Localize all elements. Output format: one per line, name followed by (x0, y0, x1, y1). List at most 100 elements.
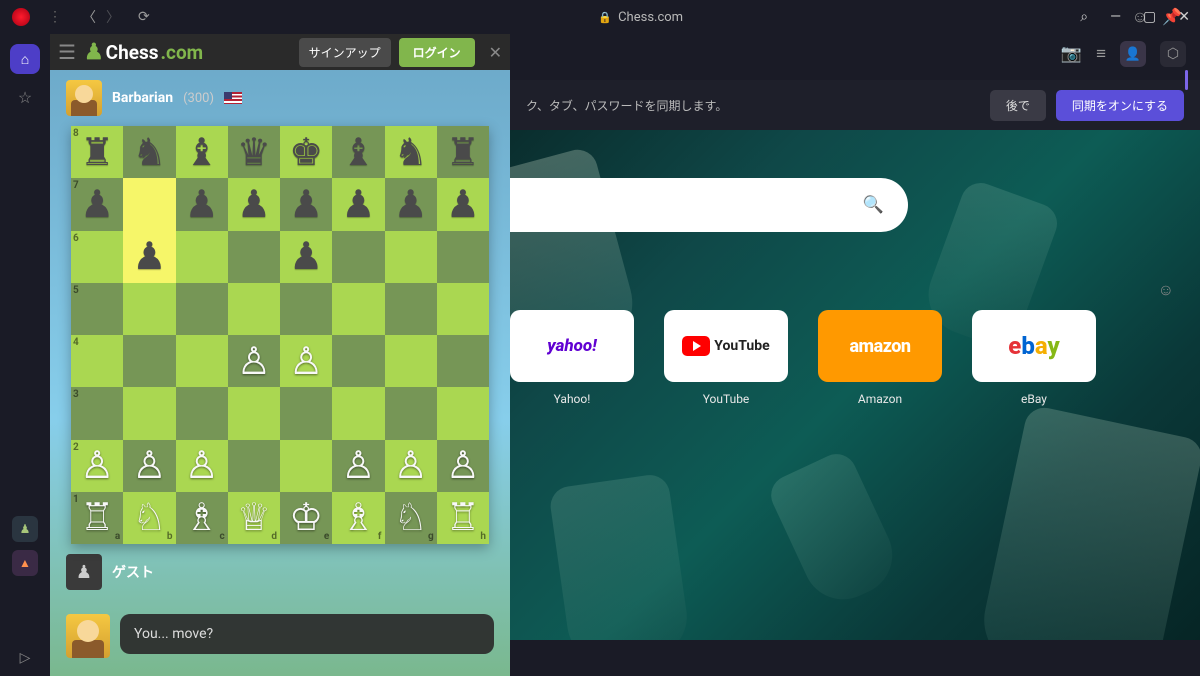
black-pawn-icon[interactable]: ♟ (338, 184, 378, 224)
square-d2[interactable] (228, 440, 280, 492)
square-e8[interactable]: ♚ (280, 126, 332, 178)
square-e3[interactable] (280, 387, 332, 439)
white-pawn-icon[interactable]: ♙ (338, 446, 378, 486)
square-d6[interactable] (228, 231, 280, 283)
close-icon[interactable]: ✕ (1178, 9, 1190, 25)
square-a5[interactable]: 5 (71, 283, 123, 335)
black-pawn-icon[interactable]: ♟ (391, 184, 431, 224)
square-d7[interactable]: ♟ (228, 178, 280, 230)
later-button[interactable]: 後で (990, 90, 1046, 121)
square-a2[interactable]: ♙2 (71, 440, 123, 492)
square-b5[interactable] (123, 283, 175, 335)
black-knight-icon[interactable]: ♞ (129, 132, 169, 172)
white-rook-icon[interactable]: ♖ (443, 498, 483, 538)
black-pawn-icon[interactable]: ♟ (234, 184, 274, 224)
extensions-icon[interactable]: ⬡ (1160, 41, 1186, 67)
white-bishop-icon[interactable]: ♗ (338, 498, 378, 538)
white-pawn-icon[interactable]: ♙ (182, 446, 222, 486)
square-d3[interactable] (228, 387, 280, 439)
black-pawn-icon[interactable]: ♟ (77, 184, 117, 224)
square-d5[interactable] (228, 283, 280, 335)
sidebar-app-icon[interactable]: ▲ (12, 550, 38, 576)
black-pawn-icon[interactable]: ♟ (443, 184, 483, 224)
black-king-icon[interactable]: ♚ (286, 132, 326, 172)
square-c2[interactable]: ♙ (176, 440, 228, 492)
square-c3[interactable] (176, 387, 228, 439)
square-f3[interactable] (332, 387, 384, 439)
black-bishop-icon[interactable]: ♝ (182, 132, 222, 172)
white-king-icon[interactable]: ♔ (286, 498, 326, 538)
tile-amazon[interactable]: amazon Amazon (818, 310, 942, 406)
white-knight-icon[interactable]: ♘ (391, 498, 431, 538)
square-h2[interactable]: ♙ (437, 440, 489, 492)
square-f8[interactable]: ♝ (332, 126, 384, 178)
square-a3[interactable]: 3 (71, 387, 123, 439)
square-f1[interactable]: ♗f (332, 492, 384, 544)
signup-button[interactable]: サインアップ (299, 38, 391, 67)
square-f5[interactable] (332, 283, 384, 335)
chess-board[interactable]: ♜8♞♝♛♚♝♞♜♟7♟♟♟♟♟♟6♟♟54♙♙3♙2♙♙♙♙♙♖1a♘b♗c♕… (71, 126, 489, 544)
bookmarks-icon[interactable]: ☆ (18, 88, 32, 107)
tile-yahoo[interactable]: yahoo! Yahoo! (510, 310, 634, 406)
square-g4[interactable] (385, 335, 437, 387)
black-rook-icon[interactable]: ♜ (443, 132, 483, 172)
square-f7[interactable]: ♟ (332, 178, 384, 230)
login-button[interactable]: ログイン (399, 38, 475, 67)
square-a7[interactable]: ♟7 (71, 178, 123, 230)
square-g2[interactable]: ♙ (385, 440, 437, 492)
home-icon[interactable]: ⌂ (10, 44, 40, 74)
square-a6[interactable]: 6 (71, 231, 123, 283)
black-pawn-icon[interactable]: ♟ (182, 184, 222, 224)
square-g8[interactable]: ♞ (385, 126, 437, 178)
square-b3[interactable] (123, 387, 175, 439)
square-f6[interactable] (332, 231, 384, 283)
square-g1[interactable]: ♘g (385, 492, 437, 544)
square-h4[interactable] (437, 335, 489, 387)
chess-logo[interactable]: ♟ Chess.com (84, 40, 203, 65)
black-pawn-icon[interactable]: ♟ (286, 237, 326, 277)
square-a8[interactable]: ♜8 (71, 126, 123, 178)
white-pawn-icon[interactable]: ♙ (391, 446, 431, 486)
opera-logo-icon[interactable] (12, 8, 30, 26)
square-d1[interactable]: ♕d (228, 492, 280, 544)
white-knight-icon[interactable]: ♘ (129, 498, 169, 538)
white-queen-icon[interactable]: ♕ (234, 498, 274, 538)
black-queen-icon[interactable]: ♛ (234, 132, 274, 172)
search-icon[interactable]: ⌕ (1080, 9, 1088, 25)
hamburger-icon[interactable]: ☰ (58, 40, 76, 64)
black-pawn-icon[interactable]: ♟ (286, 184, 326, 224)
square-f2[interactable]: ♙ (332, 440, 384, 492)
square-b6[interactable]: ♟ (123, 231, 175, 283)
white-pawn-icon[interactable]: ♙ (129, 446, 169, 486)
square-d4[interactable]: ♙ (228, 335, 280, 387)
snapshot-icon[interactable]: 📷 (1061, 44, 1082, 64)
black-rook-icon[interactable]: ♜ (77, 132, 117, 172)
square-h5[interactable] (437, 283, 489, 335)
square-b8[interactable]: ♞ (123, 126, 175, 178)
square-e2[interactable] (280, 440, 332, 492)
square-h6[interactable] (437, 231, 489, 283)
square-a1[interactable]: ♖1a (71, 492, 123, 544)
white-pawn-icon[interactable]: ♙ (443, 446, 483, 486)
enable-sync-button[interactable]: 同期をオンにする (1056, 90, 1184, 121)
white-pawn-icon[interactable]: ♙ (234, 341, 274, 381)
square-g5[interactable] (385, 283, 437, 335)
square-b2[interactable]: ♙ (123, 440, 175, 492)
player-icon[interactable]: ▷ (20, 650, 31, 666)
white-bishop-icon[interactable]: ♗ (182, 498, 222, 538)
square-b1[interactable]: ♘b (123, 492, 175, 544)
easy-setup-icon[interactable]: ≡ (1096, 44, 1106, 64)
search-input[interactable]: 🔍 (510, 178, 908, 232)
black-knight-icon[interactable]: ♞ (391, 132, 431, 172)
black-bishop-icon[interactable]: ♝ (338, 132, 378, 172)
square-f4[interactable] (332, 335, 384, 387)
square-e7[interactable]: ♟ (280, 178, 332, 230)
guest-avatar[interactable]: ♟ (66, 554, 102, 590)
back-icon[interactable]: 〈 (82, 7, 96, 27)
square-c1[interactable]: ♗c (176, 492, 228, 544)
forward-icon[interactable]: 〉 (106, 7, 120, 27)
tile-ebay[interactable]: ebay eBay (972, 310, 1096, 406)
opponent-avatar[interactable] (66, 80, 102, 116)
customize-icon[interactable]: ☺ (1158, 280, 1174, 300)
square-c5[interactable] (176, 283, 228, 335)
